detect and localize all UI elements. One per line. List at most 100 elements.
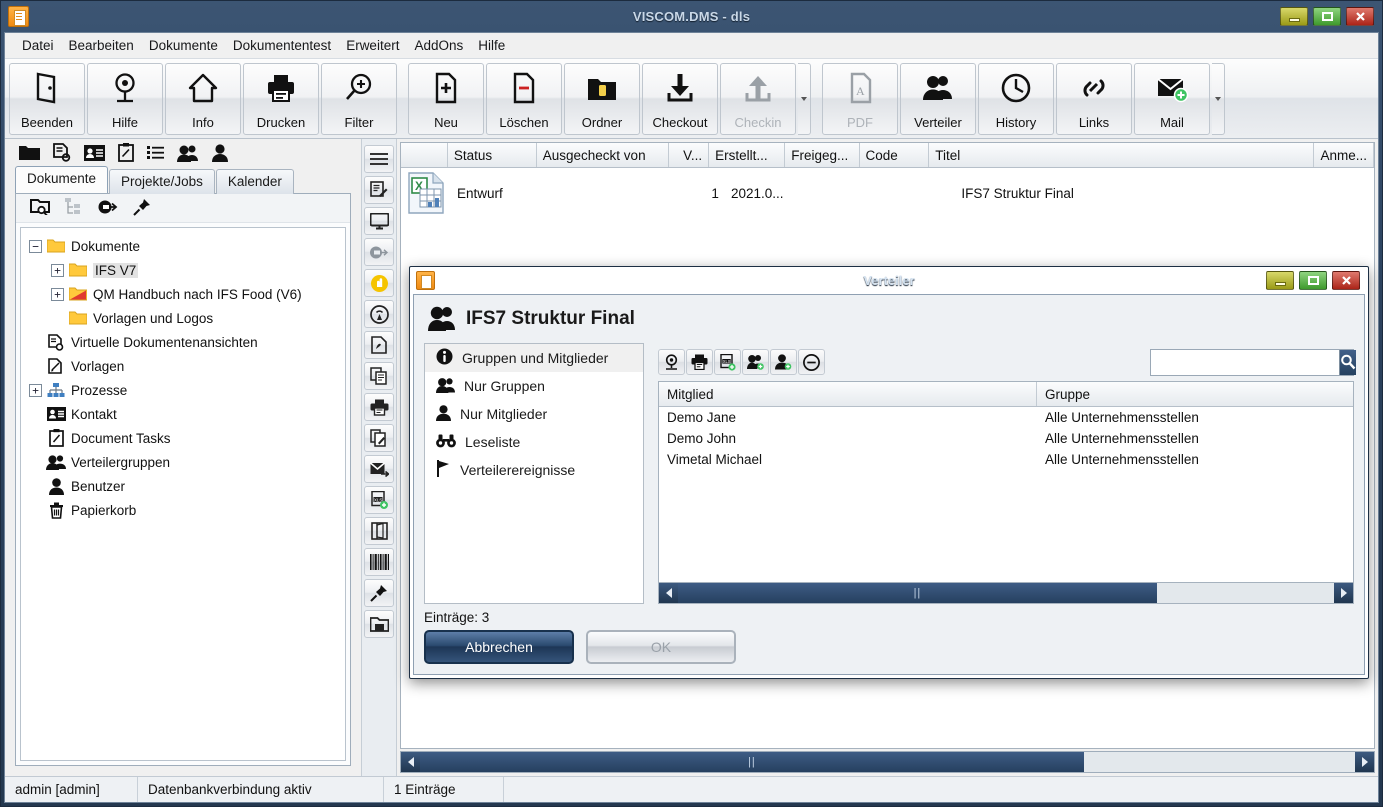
filter-button[interactable]: Filter xyxy=(321,62,397,135)
scroll-track[interactable]: || xyxy=(420,752,1355,772)
menu-addons[interactable]: AddOns xyxy=(407,35,470,56)
logout-arrow-icon[interactable] xyxy=(98,199,118,218)
remove-icon-button[interactable] xyxy=(798,349,825,375)
col-version[interactable]: V... xyxy=(669,143,710,167)
menu-dokumente[interactable]: Dokumente xyxy=(142,35,225,56)
table-row[interactable]: Vimetal Michael Alle Unternehmensstellen xyxy=(659,449,1353,470)
printer-icon-button[interactable] xyxy=(364,393,394,421)
close-button[interactable] xyxy=(1346,7,1374,26)
ordner-button[interactable]: Ordner xyxy=(564,62,640,135)
table-row[interactable]: X Entwurf 1 2021.0... IFS7 Struktur Fina… xyxy=(401,168,1374,218)
tree-node-vorlagen[interactable]: Vorlagen xyxy=(25,354,341,378)
mail-forward-icon-button[interactable] xyxy=(364,455,394,483)
col-titel[interactable]: Titel xyxy=(929,143,1315,167)
tab-projekte-jobs[interactable]: Projekte/Jobs xyxy=(109,169,215,194)
col-freigegeben[interactable]: Freigeg... xyxy=(785,143,860,167)
col-gruppe[interactable]: Gruppe xyxy=(1037,382,1353,406)
nav-leseliste[interactable]: Leseliste xyxy=(425,428,643,456)
col-code[interactable]: Code xyxy=(860,143,930,167)
table-row[interactable]: Demo Jane Alle Unternehmensstellen xyxy=(659,407,1353,428)
logout-arrow-icon-button[interactable] xyxy=(364,238,394,266)
monitor-icon-button[interactable] xyxy=(364,207,394,235)
folder-search-icon[interactable] xyxy=(30,198,50,218)
user-icon[interactable] xyxy=(212,143,228,165)
copy-pages-icon-button[interactable] xyxy=(364,362,394,390)
nav-verteilereignisse[interactable]: Verteilerereignisse xyxy=(425,456,643,484)
tree-node-verteilergruppen[interactable]: Verteilergruppen xyxy=(25,450,341,474)
tab-dokumente[interactable]: Dokumente xyxy=(15,166,109,193)
info-button[interactable]: Info xyxy=(165,62,241,135)
document-edit-icon-button[interactable] xyxy=(364,176,394,204)
expand-toggle[interactable]: + xyxy=(51,263,64,277)
menu-erweitert[interactable]: Erweitert xyxy=(339,35,406,56)
document-list-hscrollbar[interactable]: || xyxy=(400,751,1375,773)
mail-button[interactable]: Mail xyxy=(1134,62,1210,135)
tree-node-virtuelle-dokumentenansichten[interactable]: Virtuelle Dokumentenansichten xyxy=(25,330,341,354)
tree-node-vorlagen-und-logos[interactable]: Vorlagen und Logos xyxy=(25,306,341,330)
hilfe-button[interactable]: Hilfe xyxy=(87,62,163,135)
document-tree[interactable]: − Dokumente + IFS V7 + QM Handbuch nach … xyxy=(20,227,346,761)
box-3d-icon-button[interactable] xyxy=(364,517,394,545)
checkin-dropdown-button[interactable] xyxy=(798,62,811,135)
search-input[interactable] xyxy=(1151,349,1339,375)
col-status[interactable]: Status xyxy=(448,143,537,167)
tree-node-kontakt[interactable]: Kontakt xyxy=(25,402,341,426)
scroll-right-button[interactable] xyxy=(1355,752,1374,772)
expand-toggle[interactable]: + xyxy=(29,383,42,397)
xls-export-icon-button[interactable]: XLS xyxy=(364,486,394,514)
hand-cursor-icon-button[interactable] xyxy=(364,269,394,297)
menu-bearbeiten[interactable]: Bearbeiten xyxy=(62,35,141,56)
collapse-toggle[interactable]: − xyxy=(29,239,42,253)
checkout-button[interactable]: Checkout xyxy=(642,62,718,135)
tree-node-dokumente[interactable]: − Dokumente xyxy=(25,234,341,258)
scroll-left-button[interactable] xyxy=(401,752,420,772)
scroll-left-button[interactable] xyxy=(659,583,678,603)
search-icon-button[interactable] xyxy=(1339,349,1356,375)
export-xls-icon-button[interactable]: XLS xyxy=(714,349,741,375)
menu-lines-icon-button[interactable] xyxy=(364,145,394,173)
list-icon[interactable] xyxy=(147,145,164,163)
menu-dokumententest[interactable]: Dokumententest xyxy=(226,35,338,56)
maximize-button[interactable] xyxy=(1313,7,1341,26)
scroll-right-button[interactable] xyxy=(1334,583,1353,603)
loeschen-button[interactable]: Löschen xyxy=(486,62,562,135)
barcode-icon-button[interactable] xyxy=(364,548,394,576)
scroll-thumb[interactable]: || xyxy=(420,752,1084,772)
col-mitglied[interactable]: Mitglied xyxy=(659,382,1037,406)
folder-icon[interactable] xyxy=(19,144,40,164)
drucken-button[interactable]: Drucken xyxy=(243,62,319,135)
checkin-button[interactable]: Checkin xyxy=(720,62,796,135)
col-ausgecheckt-von[interactable]: Ausgecheckt von xyxy=(537,143,669,167)
cancel-button[interactable]: Abbrechen xyxy=(424,630,574,664)
document-search-icon[interactable] xyxy=(53,143,71,165)
copy-edit-icon-button[interactable] xyxy=(364,424,394,452)
pdf-file-icon-button[interactable] xyxy=(364,331,394,359)
member-table-hscrollbar[interactable]: || xyxy=(659,582,1353,603)
tree-node-ifs-v7[interactable]: + IFS V7 xyxy=(25,258,341,282)
contact-card-icon[interactable] xyxy=(84,144,105,164)
expand-toggle[interactable]: + xyxy=(51,287,64,301)
add-group-icon-button[interactable] xyxy=(742,349,769,375)
tree-structure-icon[interactable] xyxy=(65,198,83,218)
links-button[interactable]: Links xyxy=(1056,62,1132,135)
minimize-button[interactable] xyxy=(1280,7,1308,26)
tree-node-document-tasks[interactable]: Document Tasks xyxy=(25,426,341,450)
col-icon[interactable] xyxy=(401,143,448,167)
nav-nur-mitglieder[interactable]: Nur Mitglieder xyxy=(425,400,643,428)
tree-node-qm-handbuch[interactable]: + QM Handbuch nach IFS Food (V6) xyxy=(25,282,341,306)
pdf-button[interactable]: A PDF xyxy=(822,62,898,135)
history-button[interactable]: History xyxy=(978,62,1054,135)
mail-dropdown-button[interactable] xyxy=(1212,62,1225,135)
scroll-thumb[interactable]: || xyxy=(678,583,1157,603)
col-erstellt[interactable]: Erstellt... xyxy=(709,143,786,167)
verteiler-button[interactable]: Verteiler xyxy=(900,62,976,135)
users-group-icon[interactable] xyxy=(177,144,199,165)
tree-node-papierkorb[interactable]: Papierkorb xyxy=(25,498,341,522)
nav-nur-gruppen[interactable]: Nur Gruppen xyxy=(425,372,643,400)
tree-node-benutzer[interactable]: Benutzer xyxy=(25,474,341,498)
archive-icon-button[interactable] xyxy=(364,610,394,638)
print-icon-button[interactable] xyxy=(686,349,713,375)
beenden-button[interactable]: Beenden xyxy=(9,62,85,135)
menu-hilfe[interactable]: Hilfe xyxy=(471,35,512,56)
table-row[interactable]: Demo John Alle Unternehmensstellen xyxy=(659,428,1353,449)
